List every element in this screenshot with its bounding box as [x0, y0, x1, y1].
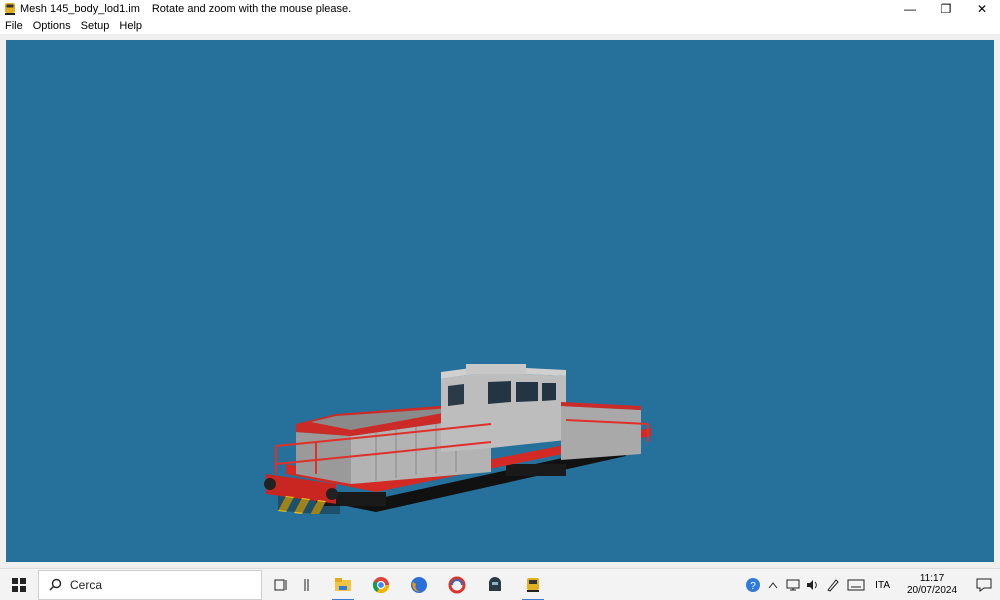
close-button[interactable]: ✕	[964, 0, 1000, 18]
search-placeholder: Cerca	[70, 577, 103, 592]
svg-text:?: ?	[750, 581, 756, 592]
restore-button[interactable]: ❐	[928, 0, 964, 18]
menu-setup[interactable]: Setup	[76, 18, 115, 34]
start-button[interactable]	[0, 569, 38, 600]
firefox-icon	[411, 576, 427, 593]
system-tray: ? ITA 11:17 20/07/2024	[743, 569, 1000, 600]
notification-icon	[976, 578, 992, 592]
menu-help[interactable]: Help	[114, 18, 147, 34]
menu-bar: File Options Setup Help	[0, 18, 1000, 34]
keyboard-icon	[847, 579, 865, 591]
close-icon: ✕	[976, 2, 988, 16]
keyboard-tray-button[interactable]	[843, 569, 869, 600]
clock-date: 20/07/2024	[906, 585, 958, 596]
chrome-button[interactable]	[362, 569, 400, 600]
title-bar: Mesh 145_body_lod1.im Rotate and zoom wi…	[0, 0, 1000, 18]
network-icon	[786, 579, 800, 591]
minimize-button[interactable]: —	[892, 0, 928, 18]
viewport-frame	[0, 34, 1000, 568]
chevron-up-icon	[768, 582, 778, 589]
widgets-icon	[304, 578, 309, 591]
task-view-icon	[274, 579, 287, 590]
3d-viewport[interactable]	[6, 40, 994, 562]
ccleaner-button[interactable]	[438, 569, 476, 600]
clock-time: 11:17	[919, 573, 945, 584]
network-tray-button[interactable]	[783, 569, 803, 600]
file-explorer-button[interactable]	[324, 569, 362, 600]
restore-icon: ❐	[940, 2, 952, 16]
help-icon: ?	[746, 578, 761, 592]
input-language[interactable]: ITA	[869, 580, 896, 591]
locomotive-model	[264, 364, 651, 514]
window-title: Mesh 145_body_lod1.im	[20, 3, 140, 15]
window-hint: Rotate and zoom with the mouse please.	[151, 3, 352, 15]
pen-icon	[827, 579, 839, 592]
search-box[interactable]: Cerca	[38, 569, 262, 600]
taskbar: Cerca ? ITA 11:17 20/07/2024	[0, 568, 1000, 600]
widgets-button[interactable]	[300, 569, 314, 600]
folder-icon	[335, 577, 351, 591]
firefox-button[interactable]	[400, 569, 438, 600]
train-icon	[527, 577, 539, 592]
pen-tray-button[interactable]	[823, 569, 843, 600]
train-app-button[interactable]	[514, 569, 552, 600]
minimize-icon: —	[904, 2, 916, 16]
windows-logo-icon	[12, 577, 26, 592]
search-icon	[49, 578, 62, 591]
menu-file[interactable]: File	[0, 18, 28, 34]
train-app-icon	[3, 2, 17, 16]
clock[interactable]: 11:17 20/07/2024	[896, 573, 968, 597]
volume-tray-button[interactable]	[803, 569, 823, 600]
task-view-button[interactable]	[262, 569, 300, 600]
show-hidden-icons-button[interactable]	[763, 569, 783, 600]
chrome-icon	[372, 576, 390, 593]
loco-dark-icon	[489, 576, 501, 591]
notifications-button[interactable]	[968, 578, 1000, 592]
help-tray-button[interactable]: ?	[743, 569, 763, 600]
speaker-icon	[807, 580, 817, 590]
ccleaner-icon	[448, 576, 466, 593]
menu-options[interactable]: Options	[28, 18, 76, 34]
dark-app-button[interactable]	[476, 569, 514, 600]
